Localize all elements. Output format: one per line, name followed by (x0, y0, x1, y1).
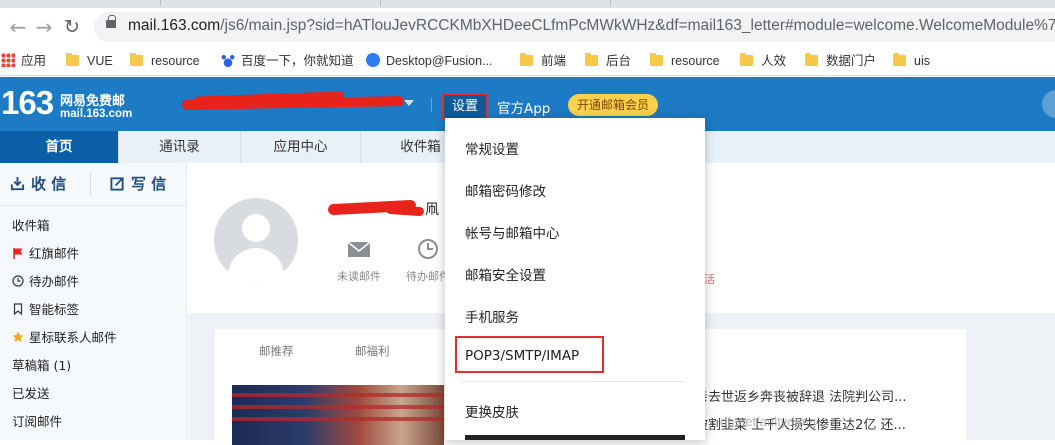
folder-inbox[interactable]: 收件箱 (12, 216, 50, 236)
news-headline[interactable]: 亲去世返乡奔丧被辞退 法院判公司... (695, 386, 907, 405)
edit-icon (110, 177, 124, 191)
bookmark-item[interactable]: 数据门户 (805, 53, 876, 71)
news-image[interactable] (232, 385, 444, 445)
watermark-text: dn.net/aultyoung (720, 414, 817, 429)
logo-domain: mail.163.com (60, 108, 133, 120)
activate-link[interactable]: 活 (704, 271, 715, 287)
folder-icon (130, 53, 143, 66)
red-flag-icon (13, 248, 23, 259)
user-name: 凧 (425, 202, 439, 218)
menu-general-settings[interactable]: 常规设置 (465, 138, 519, 158)
tab-divider (610, 0, 611, 6)
bookmark-item[interactable]: VUE (66, 53, 113, 71)
clock-icon (12, 275, 24, 287)
folder-icon (585, 53, 598, 66)
header-divider (431, 98, 432, 112)
write-button[interactable]: 写 信 (110, 173, 166, 194)
bookmarks-bar: 应用 VUE resource 百度一下，你就知道 Desktop@Fusion… (0, 46, 1055, 76)
browser-toolbar: ← → ↻ mail.163.com/js6/main.jsp?sid=hATl… (0, 8, 1055, 46)
back-arrow-icon[interactable]: ← (6, 16, 30, 40)
sidebar: 收 信 写 信 收件箱 红旗邮件 待办邮件 智能标签 星标联系人邮件 草稿箱 (… (0, 163, 187, 440)
forward-arrow-icon[interactable]: → (32, 16, 56, 40)
skin-preview (465, 435, 685, 440)
bookmark-item[interactable]: 后台 (585, 53, 631, 71)
folder-drafts[interactable]: 草稿箱 (1) (12, 356, 71, 376)
url-text: mail.163.com/js6/main.jsp?sid=hATlouJevR… (128, 17, 1055, 34)
bookmark-item[interactable]: 百度一下，你就知道 (221, 53, 354, 71)
menu-change-skin[interactable]: 更换皮肤 (465, 401, 519, 421)
redacted-user-name (327, 199, 428, 217)
chevron-down-icon[interactable] (404, 100, 414, 106)
menu-mobile-service[interactable]: 手机服务 (465, 306, 519, 326)
bookmark-item[interactable]: 前端 (520, 53, 566, 71)
folder-smart-tags[interactable]: 智能标签 (12, 300, 79, 320)
bookmark-item[interactable]: uis (893, 53, 930, 71)
redacted-account-name (181, 91, 414, 111)
bookmark-apps[interactable]: 应用 (1, 53, 46, 71)
folder-subscriptions[interactable]: 订阅邮件 (12, 412, 62, 432)
receive-button[interactable]: 收 信 (10, 173, 66, 194)
clock-icon (418, 239, 438, 259)
folder-icon (520, 53, 533, 66)
lock-icon[interactable] (106, 15, 116, 28)
folder-todo[interactable]: 待办邮件 (12, 272, 79, 292)
compose-actions: 收 信 写 信 (0, 163, 187, 206)
logo-number[interactable]: 163 (1, 86, 54, 120)
fusion-icon (366, 53, 380, 67)
menu-pop3-smtp-imap[interactable]: POP3/SMTP/IMAP (465, 348, 579, 364)
folder-flagged[interactable]: 红旗邮件 (12, 244, 79, 264)
bookmark-tag-icon (13, 303, 23, 315)
tab-home[interactable]: 首页 (0, 131, 119, 163)
search-icon[interactable] (1042, 90, 1055, 118)
tab-divider (160, 0, 161, 6)
settings-button[interactable]: 设置 (442, 93, 488, 120)
folder-icon (650, 53, 663, 66)
folder-starred[interactable]: 星标联系人邮件 (12, 328, 117, 348)
tab-app-center[interactable]: 应用中心 (241, 131, 361, 163)
star-icon (12, 331, 24, 342)
menu-account-center[interactable]: 帐号与邮箱中心 (465, 222, 560, 242)
apps-grid-icon (1, 53, 15, 67)
tab-contacts[interactable]: 通讯录 (119, 131, 241, 163)
action-divider (90, 172, 91, 197)
bookmark-item[interactable]: Desktop@Fusion... (366, 53, 492, 71)
menu-change-password[interactable]: 邮箱密码修改 (465, 180, 546, 200)
avatar[interactable] (214, 198, 298, 282)
settings-dropdown-menu: 常规设置 邮箱密码修改 帐号与邮箱中心 邮箱安全设置 手机服务 POP3/SMT… (445, 118, 705, 440)
stat-unread[interactable]: 未读邮件 (329, 238, 389, 284)
tab-divider (380, 0, 381, 6)
folder-sent[interactable]: 已发送 (12, 384, 50, 404)
vip-button[interactable]: 开通邮箱会员 (568, 94, 658, 116)
folder-icon (66, 53, 79, 66)
bookmark-item[interactable]: resource (130, 53, 200, 71)
logo-name: 网易免费邮 (60, 93, 126, 108)
tab-benefits[interactable]: 邮福利 (355, 343, 390, 359)
envelope-icon (347, 241, 371, 257)
reload-icon[interactable]: ↻ (60, 16, 84, 40)
app-link[interactable]: 官方App (497, 97, 550, 117)
address-bar[interactable]: mail.163.com/js6/main.jsp?sid=hATlouJevR… (94, 12, 1055, 42)
folder-icon (893, 53, 906, 66)
menu-divider (462, 381, 685, 382)
download-inbox-icon (10, 176, 25, 191)
folder-icon (740, 53, 753, 66)
browser-tab-strip (0, 0, 1055, 8)
bookmark-item[interactable]: 人效 (740, 53, 786, 71)
baidu-paw-icon (221, 53, 235, 67)
bookmark-item[interactable]: resource (650, 53, 720, 71)
folder-icon (805, 53, 818, 66)
tab-recommend[interactable]: 邮推荐 (259, 343, 294, 359)
menu-security-settings[interactable]: 邮箱安全设置 (465, 264, 546, 284)
